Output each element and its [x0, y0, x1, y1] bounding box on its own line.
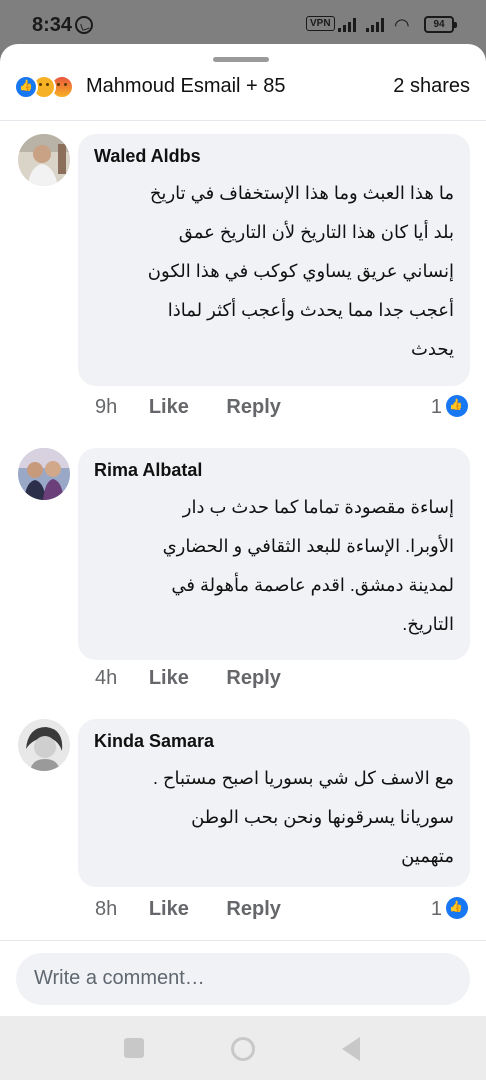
comment-line: بلد أيا كان هذا التاريخ لأن التاريخ عمق: [178, 222, 454, 242]
comment-line: مع الاسف كل شي بسوريا اصبح مستباح .: [152, 768, 454, 788]
signal-icon: [338, 18, 360, 32]
like-button[interactable]: Like: [149, 667, 189, 689]
shares-count[interactable]: 2 shares: [393, 75, 470, 98]
reaction-icons[interactable]: [14, 75, 84, 99]
home-button[interactable]: [231, 1037, 255, 1061]
comment-line: إنساني عريق يساوي كوكب في هذا الكون: [147, 261, 454, 281]
comment-text: إساءة مقصودة تماما كما حدث ب دار الأوبرا…: [94, 488, 454, 644]
comment-bubble[interactable]: Waled Aldbs ما هذا العبث وما هذا الإستخف…: [78, 134, 470, 386]
reply-button[interactable]: Reply: [226, 667, 280, 689]
system-nav-bar: [0, 1016, 486, 1080]
comment-text: مع الاسف كل شي بسوريا اصبح مستباح . سوري…: [94, 759, 454, 876]
back-button[interactable]: [342, 1037, 360, 1061]
comment-line: أعجب جدا مما يحدث وأعجب أكثر لماذا: [167, 300, 454, 320]
comment-author[interactable]: Rima Albatal: [94, 460, 454, 484]
comment-time: 9h: [95, 396, 118, 418]
signal-icon: [366, 18, 388, 32]
reaction-count-value: 1: [430, 898, 442, 920]
avatar[interactable]: [18, 448, 70, 500]
battery-icon: 94: [424, 16, 457, 33]
comment-bubble[interactable]: Rima Albatal إساءة مقصودة تماما كما حدث …: [78, 448, 470, 660]
status-time: 8:34: [32, 14, 73, 36]
comment-line: التاريخ.: [402, 614, 454, 634]
wifi-icon: ◠: [394, 15, 410, 35]
comment-time: 4h: [95, 667, 118, 689]
comment-actions: 8h Like Reply: [95, 898, 313, 921]
reactors-summary[interactable]: Mahmoud Esmail + 85: [86, 75, 286, 98]
comment-line: سوريانا يسرقونها ونحن بحب الوطن: [191, 807, 454, 827]
comment-input[interactable]: Write a comment…: [16, 953, 470, 1005]
comment-author[interactable]: Waled Aldbs: [94, 146, 454, 170]
avatar[interactable]: [18, 719, 70, 771]
comment-line: الأوبرا. الإساءة للبعد الثقافي و الحضاري: [162, 536, 454, 556]
recents-button[interactable]: [124, 1038, 144, 1058]
comment-line: متهمين: [401, 846, 454, 866]
like-icon: [14, 75, 38, 99]
reaction-count-value: 1: [430, 396, 442, 418]
like-icon: [446, 394, 468, 417]
vpn-badge: VPN: [306, 16, 335, 31]
comment-time: 8h: [95, 898, 118, 920]
comment-line: إساءة مقصودة تماما كما حدث ب دار: [182, 497, 454, 517]
comment-line: ما هذا العبث وما هذا الإستخفاف في تاريخ: [149, 183, 454, 203]
status-bar: 8:34 VPN ◠ 94: [0, 0, 486, 50]
comment-author[interactable]: Kinda Samara: [94, 731, 454, 755]
like-button[interactable]: Like: [149, 898, 189, 920]
comment-reaction-count[interactable]: 1: [430, 896, 468, 921]
like-icon: [446, 896, 468, 919]
divider: [0, 120, 486, 121]
comment-reaction-count[interactable]: 1: [430, 394, 468, 419]
like-button[interactable]: Like: [149, 396, 189, 418]
reply-button[interactable]: Reply: [226, 898, 280, 920]
avatar[interactable]: [18, 134, 70, 186]
comment-composer-bar: Write a comment…: [0, 940, 486, 1016]
comment-line: لمدينة دمشق. اقدم عاصمة مأهولة في: [171, 575, 454, 595]
comment-actions: 4h Like Reply: [95, 667, 313, 690]
reply-button[interactable]: Reply: [226, 396, 280, 418]
comment-actions: 9h Like Reply: [95, 396, 313, 419]
comment-bubble[interactable]: Kinda Samara مع الاسف كل شي بسوريا اصبح …: [78, 719, 470, 887]
comment-text: ما هذا العبث وما هذا الإستخفاف في تاريخ …: [94, 174, 454, 369]
comments-sheet: Mahmoud Esmail + 85 2 shares Waled Aldbs…: [0, 44, 486, 1016]
whatsapp-icon: [75, 16, 93, 34]
drag-handle[interactable]: [213, 57, 269, 62]
comment-line: يحدث: [410, 339, 454, 359]
